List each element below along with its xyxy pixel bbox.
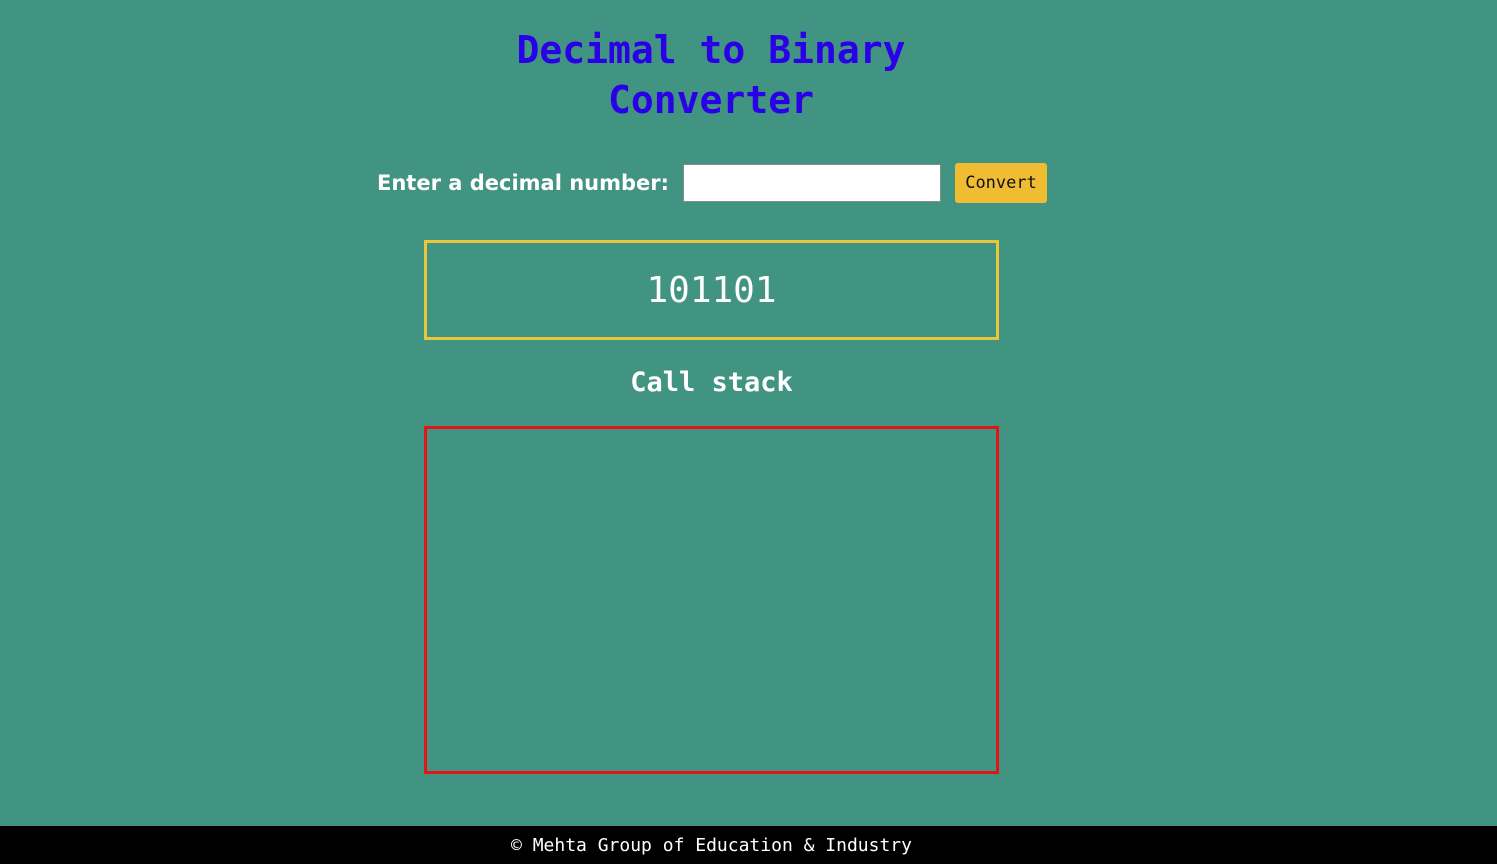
call-stack-box [424,426,999,774]
binary-result: 101101 [646,269,777,311]
result-box: 101101 [424,240,999,340]
page-title-line1: Decimal to Binary [516,28,906,72]
convert-button[interactable]: Convert [955,163,1048,203]
decimal-input[interactable] [683,164,942,202]
page-title: Decimal to Binary Converter [460,25,962,125]
page-title-line2: Converter [608,78,814,122]
footer-text: © Mehta Group of Education & Industry [511,834,912,856]
decimal-input-label: Enter a decimal number: [377,171,670,195]
converter-form: Enter a decimal number: Convert [377,163,1048,203]
call-stack-heading: Call stack [630,367,793,398]
footer: © Mehta Group of Education & Industry [0,826,1497,864]
